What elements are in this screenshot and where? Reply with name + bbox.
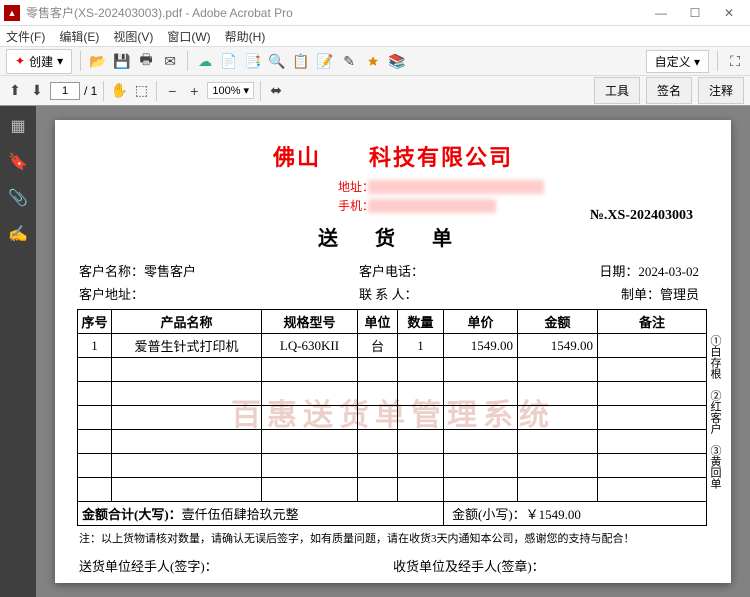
menu-view[interactable]: 视图(V) (113, 28, 153, 45)
left-sidebar: ▦ 🔖 📎 ✍ (0, 106, 36, 597)
cell-note (598, 334, 707, 358)
page-number-input[interactable] (50, 82, 80, 100)
prev-page-icon[interactable]: ⬆ (6, 82, 24, 100)
zoom-select[interactable]: 100% ▾ (207, 82, 254, 99)
company-name: 佛山 科技有限公司 (69, 140, 717, 172)
th-amount: 金额 (518, 310, 598, 334)
open-icon[interactable]: 📂 (89, 52, 107, 70)
sign-icon[interactable]: ✎ (340, 52, 358, 70)
print-icon[interactable]: 🖶 (137, 52, 155, 70)
table-row (78, 382, 707, 406)
table-row (78, 430, 707, 454)
table-row (78, 358, 707, 382)
th-seq: 序号 (78, 310, 112, 334)
table-row (78, 478, 707, 502)
fullscreen-icon[interactable]: ⛶ (726, 52, 744, 70)
receiver-signature: 收货单位及经手人(签章)： (393, 556, 707, 575)
cell-amount: 1549.00 (518, 334, 598, 358)
th-unit: 单位 (358, 310, 398, 334)
zoom-out-icon[interactable]: − (163, 82, 181, 100)
pdf-page: 佛山 科技有限公司 地址： 手机： 送 货 单 №.XS-202403003 客… (55, 120, 731, 583)
sign-panel-button[interactable]: 签名 (646, 77, 692, 104)
page-total: / 1 (84, 84, 97, 98)
create-label: 创建 (29, 53, 53, 70)
signatures-icon[interactable]: ✍ (8, 224, 28, 244)
total-amount: ￥1549.00 (526, 507, 581, 522)
th-spec: 规格型号 (262, 310, 358, 334)
table-row (78, 454, 707, 478)
close-button[interactable]: ✕ (712, 2, 746, 24)
mail-icon[interactable]: ✉ (161, 52, 179, 70)
customize-dropdown[interactable]: 自定义 ▾ (646, 50, 709, 73)
thumbnails-icon[interactable]: ▦ (8, 116, 28, 136)
cell-name: 爱普生针式打印机 (112, 334, 262, 358)
menu-file[interactable]: 文件(F) (6, 28, 45, 45)
select-icon[interactable]: ⬚ (132, 82, 150, 100)
customer-phone-label: 客户电话： (359, 264, 424, 279)
items-table: 序号 产品名称 规格型号 单位 数量 单价 金额 备注 1 爱普生针式打印机 L… (77, 309, 707, 526)
ocr-icon[interactable]: 🔍 (268, 52, 286, 70)
cell-seq: 1 (78, 334, 112, 358)
document-canvas[interactable]: 佛山 科技有限公司 地址： 手机： 送 货 单 №.XS-202403003 客… (36, 106, 750, 597)
cell-unit: 台 (358, 334, 398, 358)
menu-help[interactable]: 帮助(H) (225, 28, 266, 45)
copy-labels: ①白存根 ②红客户 ③黄回单 (708, 335, 721, 505)
total-row: 金额合计(大写)：壹仟伍佰肆拾玖元整 金额(小写)：￥1549.00 (78, 502, 707, 526)
cell-spec: LQ-630KII (262, 334, 358, 358)
table-row (78, 406, 707, 430)
contact-label: 联 系 人： (359, 287, 418, 302)
menu-window[interactable]: 窗口(W) (167, 28, 210, 45)
info-row-2: 客户地址： 联 系 人： 制单：管理员 (69, 282, 717, 305)
th-note: 备注 (598, 310, 707, 334)
pdf-icon: ▲ (4, 5, 20, 21)
attachments-icon[interactable]: 📎 (8, 188, 28, 208)
th-name: 产品名称 (112, 310, 262, 334)
customer-addr-label: 客户地址： (79, 287, 144, 302)
form-icon[interactable]: 📝 (316, 52, 334, 70)
table-header-row: 序号 产品名称 规格型号 单位 数量 单价 金额 备注 (78, 310, 707, 334)
order-number: №.XS-202403003 (590, 208, 693, 224)
minimize-button[interactable]: — (644, 2, 678, 24)
th-qty: 数量 (398, 310, 444, 334)
combine-icon[interactable]: 📚 (388, 52, 406, 70)
maximize-button[interactable]: ☐ (678, 2, 712, 24)
company-address: 地址： (69, 178, 717, 195)
sender-signature: 送货单位经手人(签字)： (79, 556, 393, 575)
menubar: 文件(F) 编辑(E) 视图(V) 窗口(W) 帮助(H) (0, 26, 750, 46)
table-row: 1 爱普生针式打印机 LQ-630KII 台 1 1549.00 1549.00 (78, 334, 707, 358)
dropdown-icon: ▾ (57, 54, 63, 68)
menu-edit[interactable]: 编辑(E) (59, 28, 99, 45)
cell-price: 1549.00 (444, 334, 518, 358)
signature-row: 送货单位经手人(签字)： 收货单位及经手人(签章)： (79, 556, 707, 575)
cloud-icon[interactable]: ☁ (196, 52, 214, 70)
stamp-icon[interactable]: 🟊 (364, 52, 382, 70)
toolbar-nav: ⬆ ⬇ / 1 ✋ ⬚ − + 100% ▾ ⬌ 工具 签名 注释 (0, 76, 750, 106)
bookmarks-icon[interactable]: 🔖 (8, 152, 28, 172)
toolbar-main: ✦ 创建 ▾ 📂 💾 🖶 ✉ ☁ 📄 📑 🔍 📋 📝 ✎ 🟊 📚 自定义 ▾ ⛶ (0, 46, 750, 76)
create-button[interactable]: ✦ 创建 ▾ (6, 49, 72, 74)
info-row-1: 客户名称：零售客户 客户电话： 日期：2024-03-02 (69, 259, 717, 282)
customer-name: 零售客户 (144, 264, 196, 279)
next-page-icon[interactable]: ⬇ (28, 82, 46, 100)
page-icon[interactable]: 📄 (220, 52, 238, 70)
footer-note: 注：以上货物请核对数量，请确认无误后签字，如有质量问题，请在收货3天内通知本公司… (79, 530, 707, 546)
redact-icon[interactable]: 📋 (292, 52, 310, 70)
fit-width-icon[interactable]: ⬌ (267, 82, 285, 100)
export-icon[interactable]: 📑 (244, 52, 262, 70)
window-titlebar: ▲ 零售客户(XS-202403003).pdf - Adobe Acrobat… (0, 0, 750, 26)
order-date: 2024-03-02 (638, 264, 699, 279)
total-chinese: 壹仟伍佰肆拾玖元整 (182, 507, 299, 522)
workspace: ▦ 🔖 📎 ✍ 佛山 科技有限公司 地址： 手机： 送 货 单 №.XS-202… (0, 106, 750, 597)
comment-panel-button[interactable]: 注释 (698, 77, 744, 104)
th-price: 单价 (444, 310, 518, 334)
maker-name: 管理员 (660, 287, 699, 302)
hand-icon[interactable]: ✋ (110, 82, 128, 100)
document-title: 送 货 单 (69, 222, 717, 251)
window-title: 零售客户(XS-202403003).pdf - Adobe Acrobat P… (26, 4, 644, 21)
zoom-in-icon[interactable]: + (185, 82, 203, 100)
tools-panel-button[interactable]: 工具 (594, 77, 640, 104)
cell-qty: 1 (398, 334, 444, 358)
save-icon[interactable]: 💾 (113, 52, 131, 70)
